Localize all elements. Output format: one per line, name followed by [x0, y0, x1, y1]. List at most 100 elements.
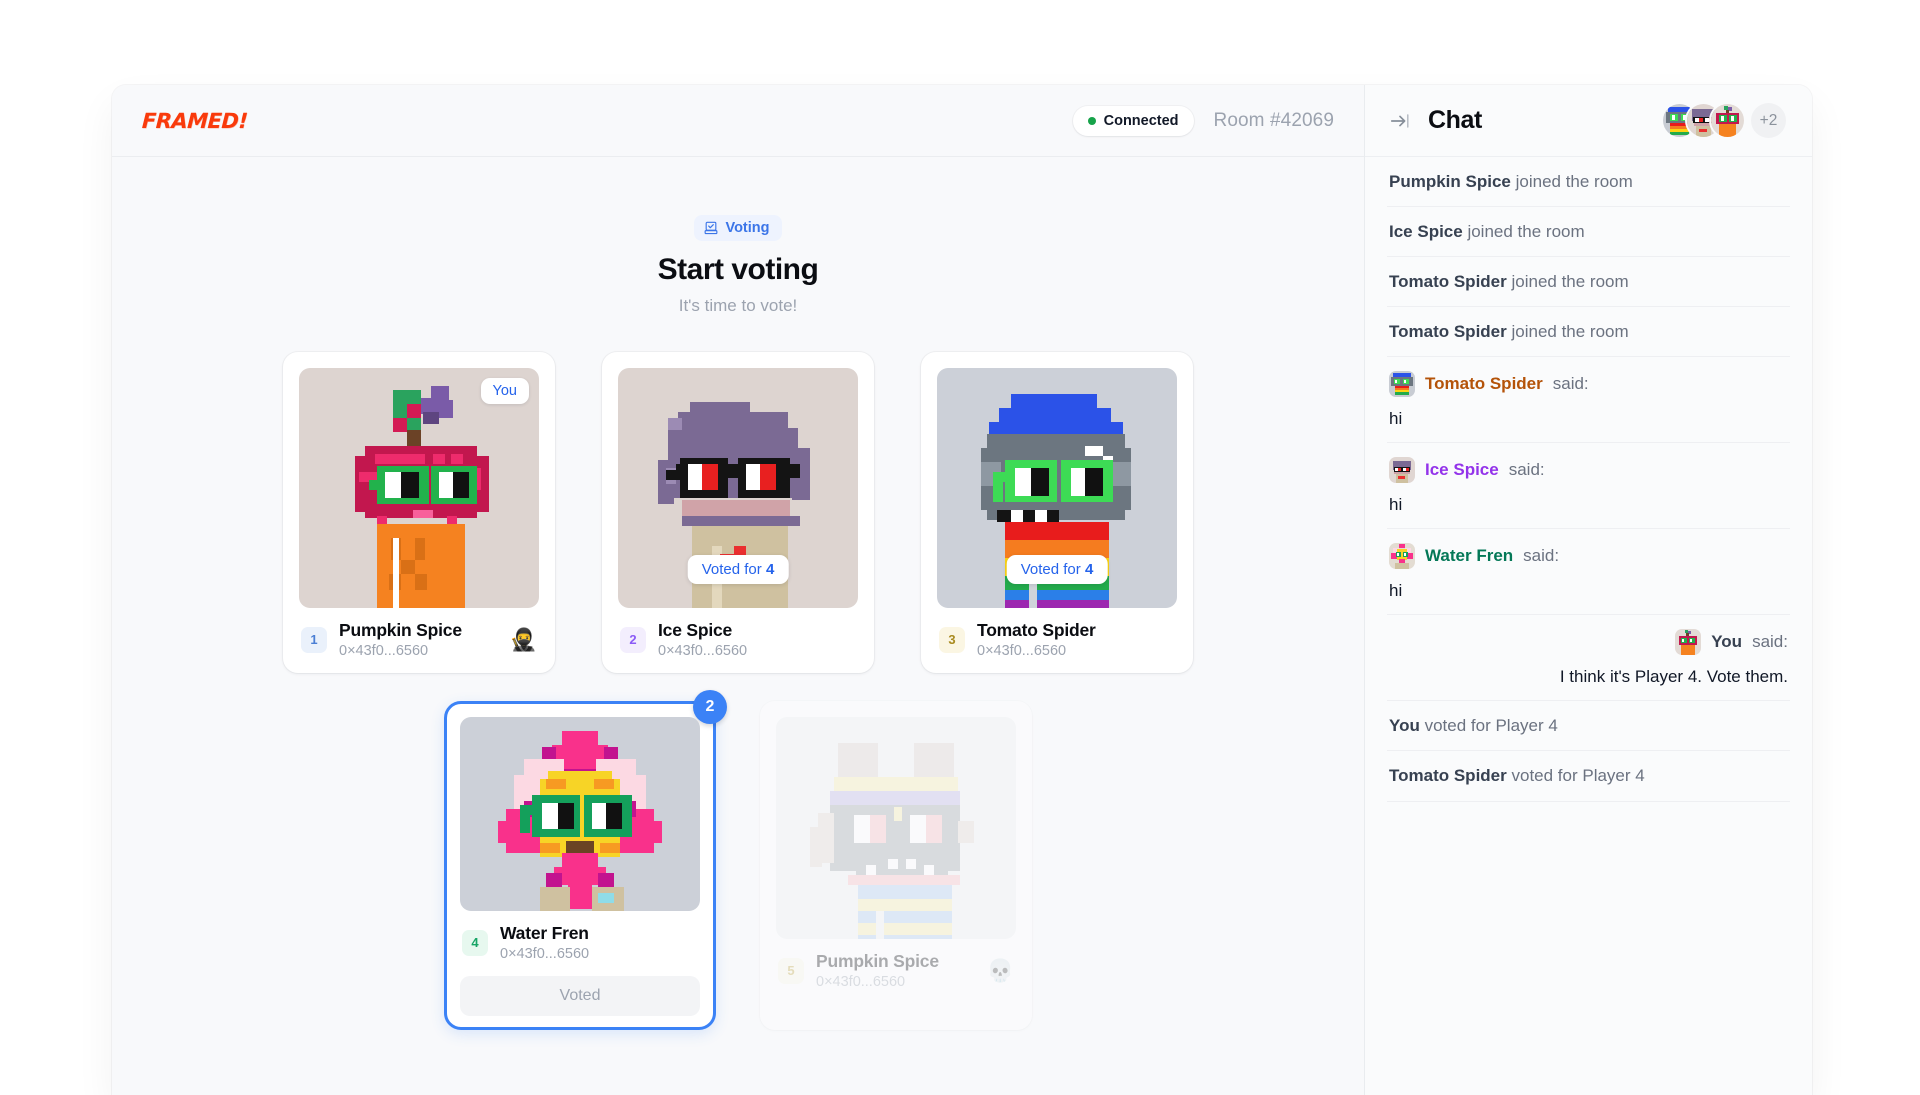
player-name-1: Pumpkin Spice: [339, 620, 462, 640]
pixel-avatar-pumpkin-spice: [319, 368, 519, 608]
avatar-pumpkin-spice: [1675, 629, 1702, 656]
player-cards-row-2: 2 4 Water Fren 0×43f0...6560 Voted 5 Pum…: [444, 690, 1032, 1030]
player-card-2[interactable]: Voted for 4 2 Ice Spice 0×43f0...6560: [602, 352, 874, 673]
player-address-2: 0×43f0...6560: [658, 643, 748, 659]
chat-actor: Tomato Spider: [1389, 272, 1507, 292]
player-name-4: Water Fren: [500, 923, 589, 943]
chat-message-vote-2: Tomato Spider voted for Player 4: [1387, 751, 1790, 802]
chat-body-text: hi: [1389, 495, 1403, 515]
phase-badge-label: Voting: [725, 220, 770, 236]
player-address-4: 0×43f0...6560: [500, 946, 590, 962]
chat-text: voted for Player 4: [1424, 716, 1558, 736]
chat-message-said-2: Ice Spice said: hi: [1387, 443, 1790, 530]
player-number-2: 2: [620, 626, 646, 653]
chat-actor: Ice Spice: [1425, 460, 1499, 480]
chat-suffix: said:: [1752, 632, 1788, 652]
room-id-label: Room #42069: [1213, 109, 1334, 131]
chat-text: joined the room: [1515, 172, 1633, 191]
chat-message-header: Water Fren said:: [1389, 543, 1788, 570]
phase-badge: Voting: [694, 215, 782, 241]
voted-button[interactable]: Voted: [460, 976, 700, 1016]
chat-message-vote-1: You voted for Player 4: [1387, 701, 1790, 752]
chat-actor: You: [1711, 632, 1743, 652]
chat-suffix: said:: [1508, 460, 1545, 480]
chat-message-join-3: Tomato Spider joined the room: [1387, 257, 1790, 308]
chat-messages-list: Pumpkin Spice joined the room Ice Spice …: [1365, 157, 1812, 1095]
chat-actor: You: [1389, 716, 1420, 736]
chat-body-text: hi: [1389, 581, 1403, 601]
chat-message-said-you: You said: I think it's Player 4. Vote th…: [1387, 615, 1790, 702]
avatar-ice-spice: [1389, 457, 1415, 484]
player-address-1: 0×43f0...6560: [339, 643, 429, 659]
player-card-3[interactable]: Voted for 4 3 Tomato Spider 0×43f0...656…: [921, 352, 1193, 673]
player-number-5: 5: [778, 957, 804, 984]
app-logo[interactable]: FRAMED!: [141, 109, 248, 133]
player-cards-row-1: You 1 Pumpkin Spice 0×43f0...6560 🥷 Vote…: [283, 352, 1193, 673]
player-name-2: Ice Spice: [658, 620, 733, 640]
avatar-pumpkin-spice: [1711, 104, 1744, 137]
pixel-avatar-pumpkin-spice-dead: [796, 717, 996, 939]
player-name-3: Tomato Spider: [977, 620, 1096, 640]
avatar-tomato-spider: [1389, 371, 1415, 398]
player-address-5: 0×43f0...6560: [816, 974, 906, 990]
player-avatar-2: Voted for 4: [618, 368, 858, 608]
connection-label: Connected: [1103, 112, 1179, 129]
player-name-5: Pumpkin Spice: [816, 951, 939, 971]
voted-for-badge-2: Voted for 4: [687, 555, 789, 584]
collapse-panel-icon[interactable]: [1389, 110, 1411, 132]
chat-actor: Tomato Spider: [1389, 766, 1507, 786]
page-title: Start voting: [657, 253, 819, 286]
chat-body-text: hi: [1389, 409, 1403, 429]
you-badge-1: You: [480, 378, 529, 404]
chat-text: joined the room: [1511, 322, 1629, 342]
room-members-avatars[interactable]: +2: [1663, 103, 1786, 138]
player-address-3: 0×43f0...6560: [977, 643, 1067, 659]
player-card-1[interactable]: You 1 Pumpkin Spice 0×43f0...6560 🥷: [283, 352, 555, 673]
connection-status-badge: Connected: [1072, 105, 1194, 136]
player-number-1: 1: [301, 626, 327, 653]
header-right: Connected Room #42069: [1072, 105, 1334, 136]
chat-message-join-2: Ice Spice joined the room: [1387, 207, 1790, 258]
connection-dot-icon: [1087, 116, 1096, 125]
chat-actor: Tomato Spider: [1425, 374, 1543, 394]
chat-text: joined the room: [1511, 272, 1629, 292]
chat-message-join-1: Pumpkin Spice joined the room: [1387, 157, 1790, 208]
vote-count-badge-4: 2: [693, 690, 727, 724]
game-header: FRAMED! Connected Room #42069: [112, 85, 1364, 157]
player-avatar-1: You: [299, 368, 539, 608]
player-meta-5: 5 Pumpkin Spice 0×43f0...6560 💀: [776, 951, 1016, 990]
player-avatar-3: Voted for 4: [937, 368, 1177, 608]
chat-message-header: Tomato Spider said:: [1389, 371, 1788, 398]
player-meta-1: 1 Pumpkin Spice 0×43f0...6560 🥷: [299, 620, 539, 659]
chat-title: Chat: [1428, 106, 1482, 134]
chat-actor: Pumpkin Spice: [1389, 172, 1511, 191]
voted-for-badge-3: Voted for 4: [1006, 555, 1108, 584]
player-number-4: 4: [462, 929, 488, 956]
chat-suffix: said:: [1523, 546, 1560, 566]
player-card-4[interactable]: 2 4 Water Fren 0×43f0...6560 Voted: [444, 690, 727, 1030]
chat-actor: Tomato Spider: [1389, 322, 1507, 342]
chat-actor: Water Fren: [1425, 546, 1514, 566]
chat-message-header: Ice Spice said:: [1389, 457, 1788, 484]
player-meta-4: 4 Water Fren 0×43f0...6560: [460, 923, 700, 962]
player-number-3: 3: [939, 626, 965, 653]
player-card-5[interactable]: 5 Pumpkin Spice 0×43f0...6560 💀: [760, 701, 1032, 1030]
chat-message-said-1: Tomato Spider said: hi: [1387, 357, 1790, 444]
chat-header: Chat +2: [1365, 85, 1812, 157]
player-meta-2: 2 Ice Spice 0×43f0...6560: [618, 620, 858, 659]
chat-actor: Ice Spice: [1389, 222, 1463, 242]
chat-text: joined the room: [1467, 222, 1585, 242]
chat-message-header: You said:: [1389, 629, 1788, 656]
chat-body-text: I think it's Player 4. Vote them.: [1559, 667, 1788, 687]
overflow-members-count[interactable]: +2: [1751, 103, 1786, 138]
chat-panel: Chat +2 Pumpkin Spice joined the room Ic…: [1365, 85, 1812, 1095]
skull-emoji: 💀: [986, 957, 1014, 983]
chat-suffix: said:: [1552, 374, 1589, 394]
chat-message-join-4: Tomato Spider joined the room: [1387, 307, 1790, 358]
chat-message-said-3: Water Fren said: hi: [1387, 529, 1790, 616]
page-subtitle: It's time to vote!: [678, 296, 798, 315]
player-meta-3: 3 Tomato Spider 0×43f0...6560: [937, 620, 1177, 659]
game-panel: FRAMED! Connected Room #42069 Voting Sta…: [112, 85, 1365, 1095]
app-window: FRAMED! Connected Room #42069 Voting Sta…: [112, 85, 1812, 1095]
ballot-box-icon: [704, 221, 718, 235]
